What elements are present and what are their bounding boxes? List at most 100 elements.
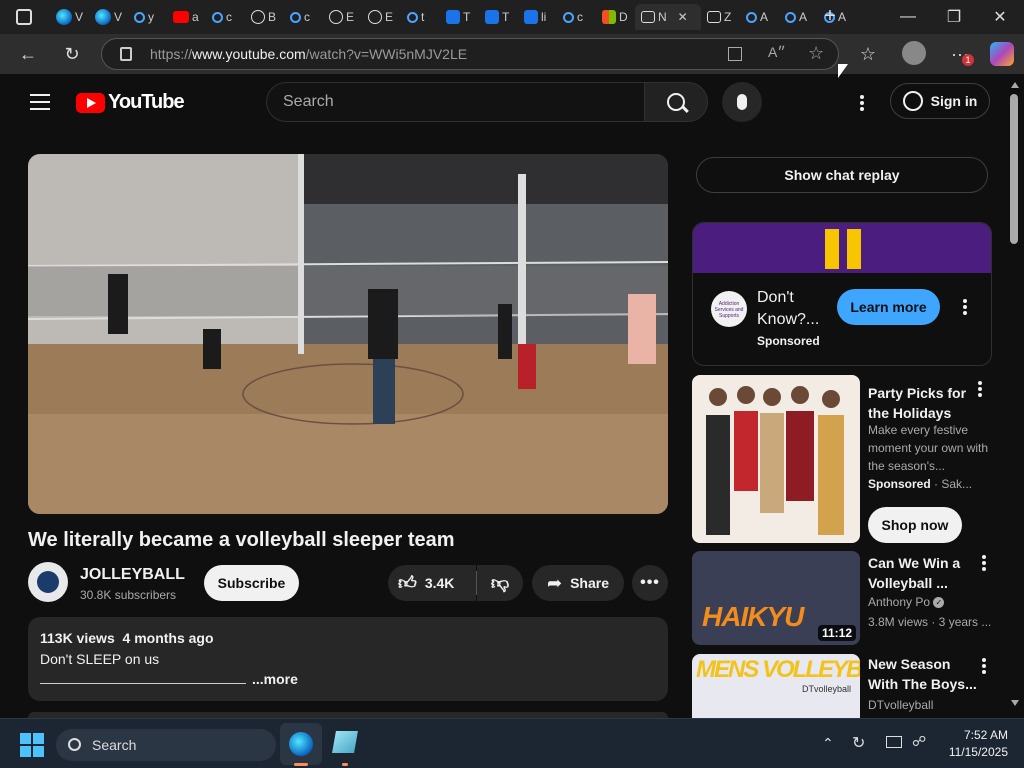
windows-start-icon[interactable] [20,733,44,757]
browser-tab[interactable]: B [245,4,284,30]
thumbs-up-icon: 👍︎ [398,573,417,593]
channel-avatar[interactable] [28,562,68,602]
recommendation-thumbnail[interactable] [692,375,860,543]
dislike-button[interactable]: 👎︎ [477,565,523,601]
clock-time[interactable]: 7:52 AM [958,728,1008,742]
back-button[interactable]: ← [16,42,40,66]
browser-tab[interactable]: c [557,4,596,30]
share-button[interactable]: ➦ Share [532,565,624,601]
settings-menu-icon[interactable] [860,95,864,111]
copilot-icon[interactable] [990,42,1014,66]
subscribe-button[interactable]: Subscribe [204,565,299,601]
video-duration: 11:12 [817,625,856,641]
scroll-down-arrow-icon[interactable] [1011,700,1019,706]
browser-tab[interactable]: E [323,4,362,30]
learn-more-button[interactable]: Learn more [837,289,940,325]
recommendation-menu-icon[interactable] [978,381,982,397]
sync-icon[interactable]: ↻ [852,733,865,753]
browser-tab-label: Z [724,10,732,24]
browser-tab[interactable]: V [50,4,89,30]
browser-tab[interactable]: D [596,4,635,30]
close-window-button[interactable]: ✕ [978,4,1022,30]
browser-tab-label: T [463,10,471,24]
maximize-button[interactable]: ❐ [932,4,976,30]
browser-tab[interactable]: E [362,4,401,30]
address-bar[interactable]: https://www.youtube.com/watch?v=WWi5nMJV… [101,38,839,70]
browser-tab[interactable]: c [206,4,245,30]
recommendation-item[interactable]: MENS VOLLEYBALL DTvolleyball New Season … [692,654,992,718]
show-hidden-icons-chevron-icon[interactable]: ⌃ [822,735,834,752]
browser-tab-label: a [192,10,199,24]
windows-taskbar: Search ⌃ ↻ ☍ 7:52 AM 11/15/2025 [0,718,1024,768]
clock-date[interactable]: 11/15/2025 [940,745,1008,759]
taskbar-app-icon[interactable] [332,731,358,753]
recommendation-thumbnail[interactable]: HAIKYU 11:12 [692,551,860,645]
scrollbar-thumb[interactable] [1010,94,1018,244]
thumbs-down-icon: 👎︎ [490,573,510,593]
more-actions-button[interactable]: ••• [632,565,668,601]
tab-actions-icon[interactable] [16,9,32,25]
browser-tab-label: B [268,10,277,24]
recommendation-title[interactable]: Party Picks for the Holidays [868,383,978,423]
recommendation-thumbnail[interactable]: MENS VOLLEYBALL DTvolleyball [692,654,860,718]
search-input[interactable] [283,93,644,111]
mail-icon [641,11,655,23]
browser-tab-label: V [114,10,123,24]
search-icon [746,11,757,23]
youtube-logo[interactable]: YouTube [76,91,185,114]
browser-tab[interactable]: A [740,4,779,30]
refresh-button[interactable]: ↻ [60,42,84,66]
voice-search-button[interactable] [722,82,762,122]
recommendation-meta: Sponsored · Sak... [868,477,973,491]
taskbar-search-box[interactable]: Search [56,729,276,761]
favorites-icon[interactable]: ☆ [856,42,880,66]
page-scrollbar[interactable] [1006,74,1024,718]
search-button[interactable] [644,82,708,122]
recommendation-item[interactable]: HAIKYU 11:12 Can We Win a Volleyball ...… [692,551,992,647]
display-icon[interactable] [886,736,902,748]
recommendation-title[interactable]: Can We Win a Volleyball ... [868,553,978,593]
favorite-star-icon[interactable]: ☆ [808,43,824,64]
close-tab-icon[interactable]: ✕ [678,10,688,24]
browser-tab[interactable]: A [779,4,818,30]
show-more-link[interactable]: ...more [252,671,298,687]
taskbar-edge-icon[interactable] [280,723,322,765]
sponsored-ad-card[interactable]: Addiction Services and Supports Don't Kn… [692,222,992,366]
browser-tab[interactable]: li [518,4,557,30]
new-tab-button[interactable]: + [818,4,842,30]
browser-tab[interactable]: N ✕ [635,4,701,30]
scroll-up-arrow-icon[interactable] [1011,82,1019,88]
doc-icon [446,10,460,24]
video-player[interactable] [28,154,668,514]
like-button[interactable]: 👍︎ 3.4K [388,565,476,601]
pause-bars-logo [825,229,839,269]
recommendation-menu-icon[interactable] [982,555,986,571]
show-chat-replay-button[interactable]: Show chat replay [696,157,988,193]
globe-icon [368,10,382,24]
channel-name[interactable]: JOLLEYBALL [80,566,185,584]
browser-tab[interactable]: V [89,4,128,30]
browser-tab[interactable]: c [284,4,323,30]
recommendation-title[interactable]: New Season With The Boys... [868,654,978,694]
browser-tab-label: t [421,10,425,24]
browser-tab[interactable]: T [479,4,518,30]
ad-menu-icon[interactable] [963,299,967,315]
minimize-button[interactable]: — [886,4,930,30]
browser-tab[interactable]: a [167,4,206,30]
app-available-icon[interactable] [728,47,742,61]
youtube-header: YouTube Sign in [0,74,1006,130]
browser-tab[interactable]: t [401,4,440,30]
shop-now-button[interactable]: Shop now [868,507,962,543]
read-aloud-icon[interactable]: A״ [768,44,786,60]
browser-tab[interactable]: T [440,4,479,30]
browser-tab[interactable]: Z [701,4,740,30]
recommendation-menu-icon[interactable] [982,658,986,674]
recommendation-item[interactable]: Party Picks for the Holidays Make every … [692,375,992,545]
browser-tab[interactable]: y [128,4,167,30]
sign-in-button[interactable]: Sign in [890,83,990,119]
hamburger-menu-icon[interactable] [30,94,50,110]
view-stats: 113K views 4 months ago [40,630,214,646]
description-box[interactable]: 113K views 4 months ago Don't SLEEP on u… [28,617,668,701]
network-icon[interactable]: ☍ [912,733,926,750]
profile-avatar-icon[interactable] [902,41,926,65]
